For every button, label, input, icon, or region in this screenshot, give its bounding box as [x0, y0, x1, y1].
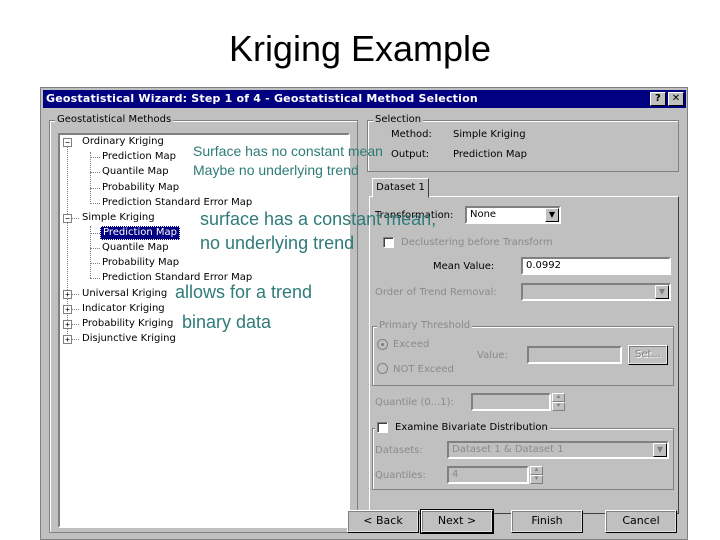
set-button[interactable]: Set... [628, 345, 668, 365]
chevron-down-icon[interactable]: ▼ [653, 443, 667, 457]
spin-up-icon[interactable]: ▲ [552, 393, 565, 402]
tab-dataset-1[interactable]: Dataset 1 [372, 178, 429, 198]
annotation-universal: allows for a trend [175, 282, 313, 302]
annotation-indicator: binary data [182, 312, 272, 332]
methods-group-label: Geostatistical Methods [55, 114, 174, 126]
slide-title: Kriging Example [228, 28, 492, 69]
expand-icon[interactable]: + [63, 305, 72, 314]
method-label: Method: [391, 129, 432, 140]
tree-universal-kriging[interactable]: Universal Kriging [82, 288, 167, 300]
tree-probability-kriging[interactable]: Probability Kriging [82, 318, 173, 330]
tree-ok-prediction-std-error-map[interactable]: Prediction Standard Error Map [102, 197, 252, 209]
dialog-titlebar: Geostatistical Wizard: Step 1 of 4 - Geo… [43, 90, 686, 108]
quantiles-field[interactable]: 4 [447, 466, 529, 484]
annotation-ordinary-line1: Surface has no constant mean [193, 143, 383, 159]
threshold-value-label: Value: [477, 350, 508, 361]
tree-ok-prediction-map[interactable]: Prediction Map [102, 151, 176, 163]
finish-button[interactable]: Finish [511, 510, 583, 533]
datasets-label: Datasets: [375, 445, 423, 456]
bivariate-checkbox[interactable] [377, 422, 388, 433]
mean-value: 0.0992 [526, 260, 561, 271]
threshold-value-field[interactable] [527, 346, 622, 364]
tree-indicator-kriging[interactable]: Indicator Kriging [82, 303, 165, 315]
method-value: Simple Kriging [453, 129, 526, 140]
declustering-label: Declustering before Transform [401, 237, 553, 248]
output-value: Prediction Map [453, 149, 527, 160]
close-button[interactable]: ✕ [668, 92, 684, 106]
trend-removal-label: Order of Trend Removal: [375, 287, 497, 298]
datasets-value: Dataset 1 & Dataset 1 [452, 444, 564, 455]
expand-icon[interactable]: + [63, 320, 72, 329]
selection-group-label: Selection [373, 114, 424, 126]
cancel-button[interactable]: Cancel [605, 510, 677, 533]
tree-ok-quantile-map[interactable]: Quantile Map [102, 166, 169, 178]
tree-ok-probability-map[interactable]: Probability Map [102, 182, 179, 194]
trend-removal-dropdown[interactable]: ▼ [521, 283, 671, 301]
annotation-simple-line2: no underlying trend [200, 233, 355, 253]
not-exceed-label: NOT Exceed [393, 364, 454, 375]
expand-icon[interactable]: + [63, 335, 72, 344]
quantiles-value: 4 [452, 469, 459, 480]
tree-disjunctive-kriging[interactable]: Disjunctive Kriging [82, 333, 176, 345]
tree-ordinary-kriging[interactable]: Ordinary Kriging [82, 136, 164, 148]
collapse-icon[interactable]: − [63, 214, 72, 223]
tree-sk-quantile-map[interactable]: Quantile Map [102, 242, 169, 254]
exceed-label: Exceed [393, 339, 430, 350]
chevron-down-icon[interactable]: ▼ [545, 208, 559, 222]
not-exceed-radio[interactable] [377, 363, 388, 374]
selection-groupbox [367, 120, 679, 172]
exceed-radio[interactable] [377, 339, 388, 350]
collapse-icon[interactable]: − [63, 138, 72, 147]
tree-sk-prediction-map[interactable]: Prediction Map [100, 226, 180, 240]
transformation-dropdown[interactable]: None ▼ [465, 206, 561, 224]
next-button[interactable]: Next > [420, 509, 494, 534]
help-button[interactable]: ? [650, 92, 666, 106]
annotation-simple-line1: surface has a constant mean, [200, 209, 437, 229]
quantile-field[interactable] [471, 393, 551, 411]
mean-value-field[interactable]: 0.0992 [521, 257, 671, 275]
tree-sk-probability-map[interactable]: Probability Map [102, 257, 179, 269]
mean-value-label: Mean Value: [433, 261, 495, 272]
expand-icon[interactable]: + [63, 290, 72, 299]
back-button[interactable]: < Back [347, 510, 419, 533]
bivariate-group-label: Examine Bivariate Distribution [375, 422, 550, 434]
chevron-down-icon[interactable]: ▼ [655, 285, 669, 299]
quantile-label: Quantile (0...1): [375, 397, 454, 408]
spin-down-icon[interactable]: ▼ [552, 402, 565, 411]
tree-simple-kriging[interactable]: Simple Kriging [82, 212, 155, 224]
transformation-value: None [470, 209, 497, 220]
dialog-title: Geostatistical Wizard: Step 1 of 4 - Geo… [46, 92, 478, 105]
output-label: Output: [391, 149, 430, 160]
annotation-ordinary-line2: Maybe no underlying trend [193, 162, 359, 178]
primary-threshold-label: Primary Threshold [377, 320, 473, 332]
quantiles-label: Quantiles: [375, 470, 426, 481]
datasets-dropdown[interactable]: Dataset 1 & Dataset 1 ▼ [447, 441, 669, 459]
spin-down-icon[interactable]: ▼ [530, 475, 543, 484]
spin-up-icon[interactable]: ▲ [530, 466, 543, 475]
declustering-checkbox[interactable] [383, 237, 394, 248]
